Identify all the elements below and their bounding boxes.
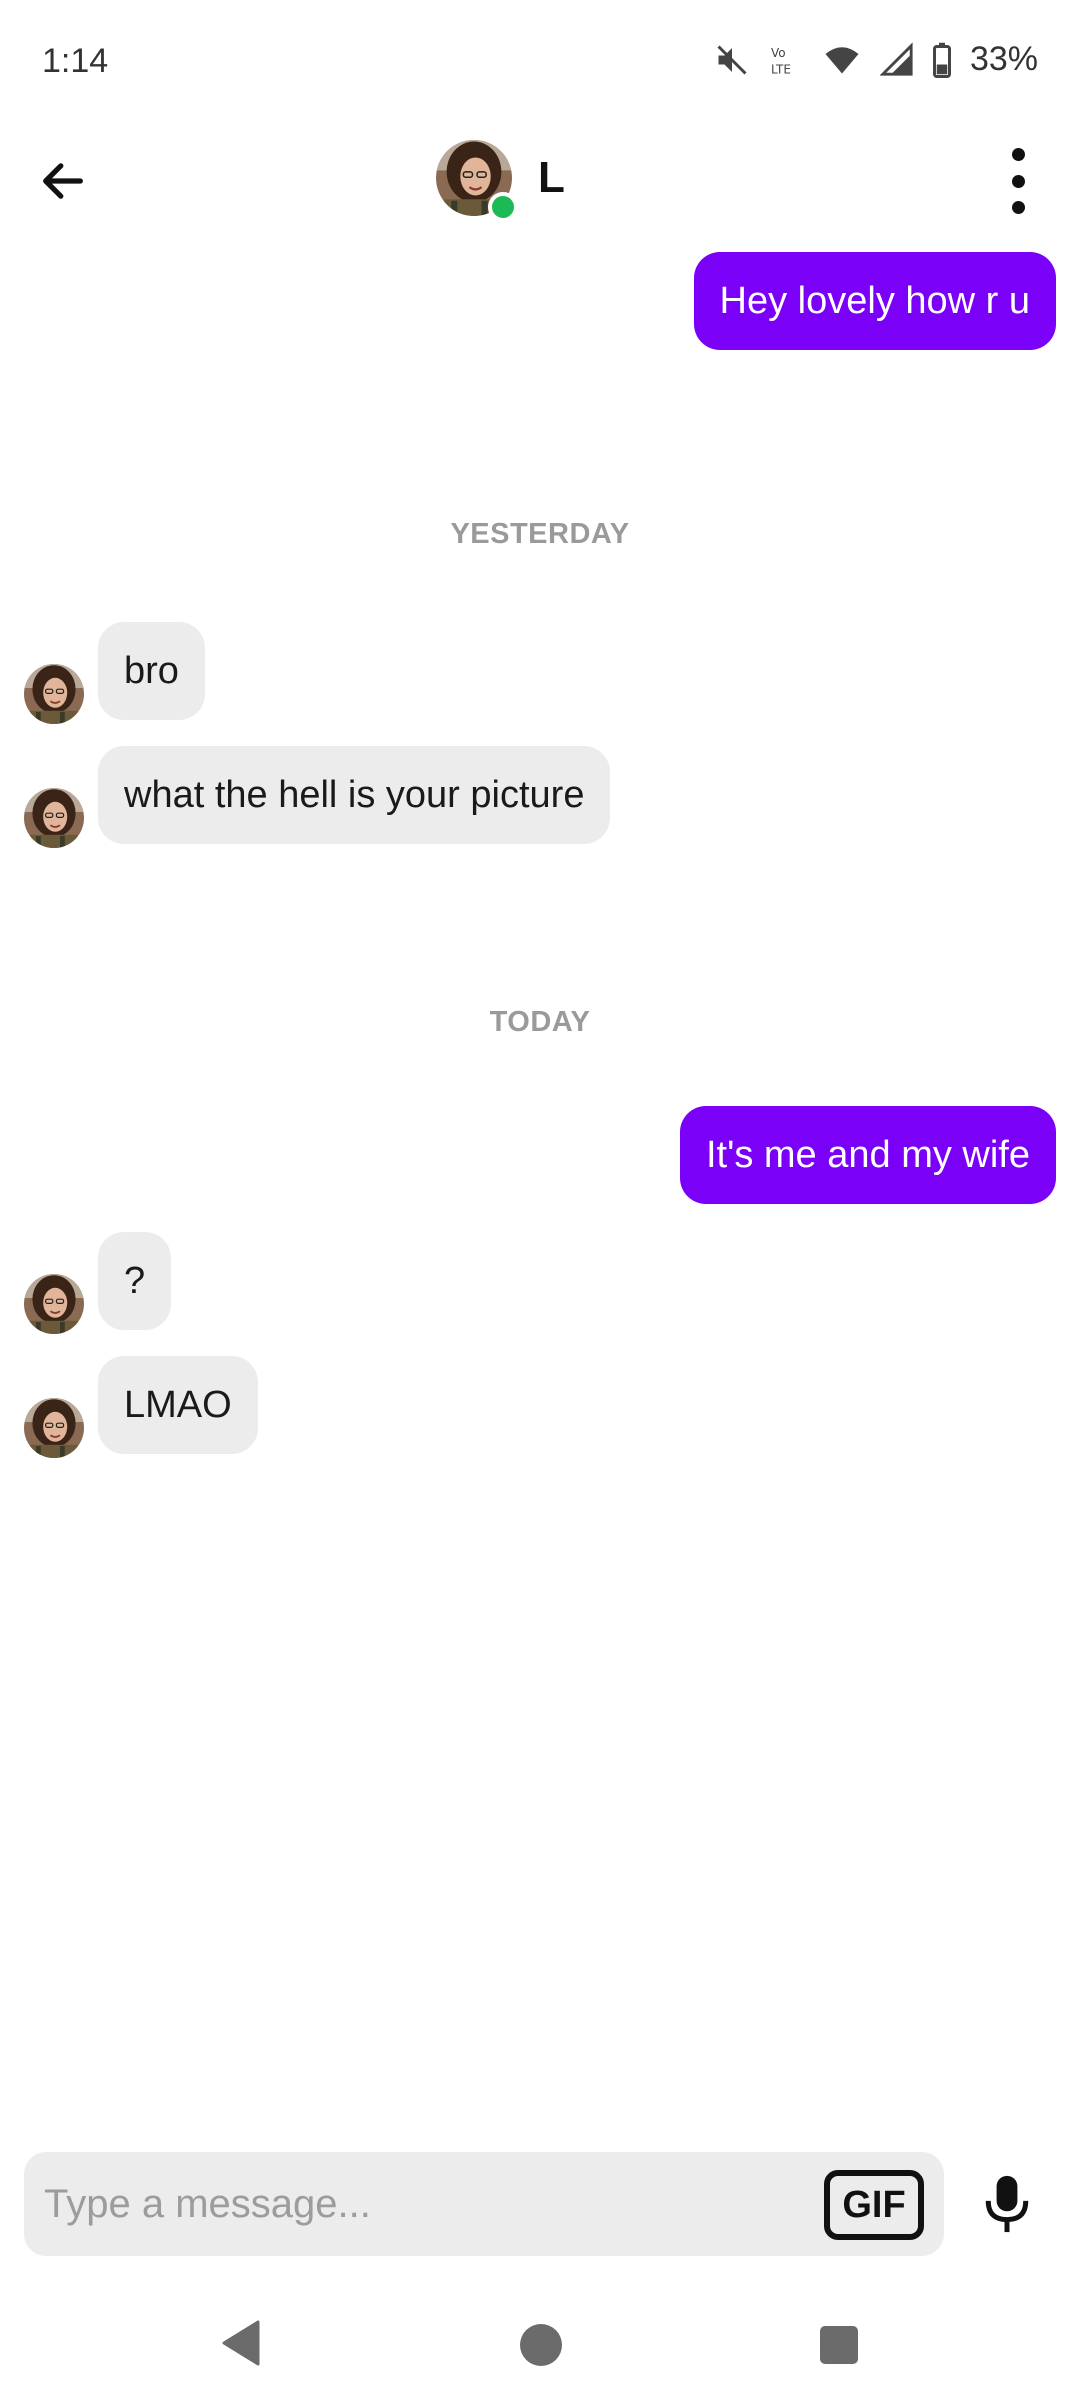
nav-home-icon[interactable]: [520, 2324, 562, 2366]
sender-avatar[interactable]: [24, 788, 84, 848]
back-arrow-icon: [43, 163, 83, 199]
wifi-icon: [825, 46, 859, 73]
microphone-icon: [985, 2175, 1029, 2233]
status-icons: Vo LTE 33%: [714, 40, 1038, 79]
incoming-message[interactable]: what the hell is your picture: [98, 746, 611, 844]
online-indicator: [488, 192, 518, 222]
signal-icon: [879, 41, 913, 76]
sender-avatar[interactable]: [24, 664, 84, 724]
outgoing-message[interactable]: Hey lovely how r u: [693, 252, 1056, 350]
sender-avatar[interactable]: [24, 1398, 84, 1458]
message-composer: GIF: [24, 2152, 944, 2256]
outgoing-message[interactable]: It's me and my wife: [679, 1106, 1056, 1204]
more-dot: [1011, 174, 1025, 188]
message-input[interactable]: [44, 2152, 804, 2256]
more-vertical-icon: [1011, 148, 1025, 161]
voice-message-button[interactable]: [976, 2168, 1038, 2242]
sender-avatar[interactable]: [24, 1274, 84, 1334]
svg-text:LTE: LTE: [771, 62, 791, 76]
back-button[interactable]: [28, 146, 98, 216]
gif-button[interactable]: GIF: [824, 2170, 924, 2240]
contact-info[interactable]: L: [436, 140, 565, 216]
day-separator: YESTERDAY: [450, 518, 630, 550]
system-nav-bar: [0, 2290, 1080, 2400]
incoming-message[interactable]: bro: [98, 622, 205, 720]
mute-icon: [717, 44, 747, 75]
more-dot: [1011, 201, 1025, 214]
status-bar: 1:14 Vo LTE 33%: [0, 0, 1080, 126]
message-list[interactable]: Hey lovely how r u YESTERDAY bro what th…: [0, 244, 1080, 2144]
status-time: 1:14: [42, 42, 109, 80]
incoming-message[interactable]: LMAO: [98, 1356, 258, 1454]
contact-name: L: [538, 153, 565, 202]
svg-text:Vo: Vo: [771, 46, 786, 60]
day-separator: TODAY: [489, 1006, 591, 1038]
battery-percent: 33%: [969, 40, 1038, 78]
incoming-message[interactable]: ?: [98, 1232, 172, 1330]
more-options-button[interactable]: [998, 148, 1038, 214]
nav-recents-icon[interactable]: [820, 2326, 858, 2364]
volte-icon: Vo LTE: [771, 46, 791, 77]
chat-header: L: [0, 126, 1080, 244]
battery-icon: [932, 42, 951, 78]
nav-back-icon[interactable]: [222, 2320, 262, 2366]
contact-avatar[interactable]: [436, 140, 518, 216]
